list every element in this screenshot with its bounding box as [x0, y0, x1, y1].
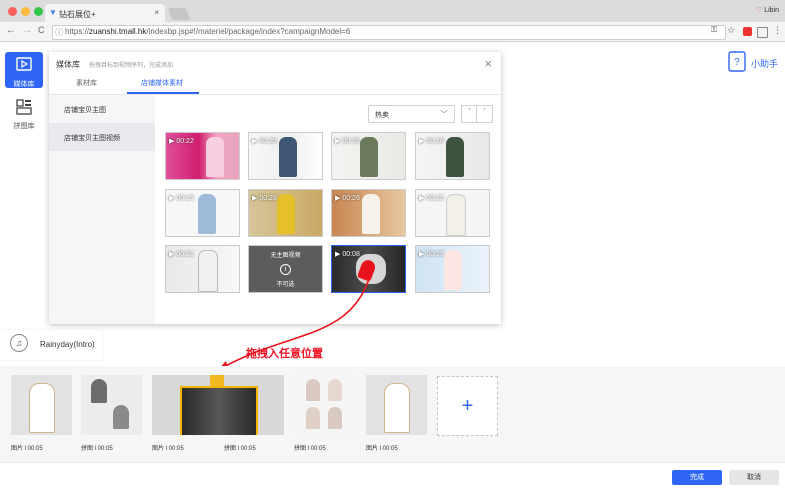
- music-icon: ♫: [10, 334, 28, 352]
- sidebar-item-main-image[interactable]: 店铺宝贝主图: [49, 95, 155, 123]
- video-duration: ▶ 00:08: [335, 251, 360, 258]
- timeline-card-label: 拼图 l 00:05: [294, 446, 326, 452]
- collage-icon: [16, 99, 32, 115]
- browser-tab-bar: ▼ 钻石展位+ × ♡ Libin: [0, 0, 785, 22]
- url-field[interactable]: ⓘ https://zuanshi.tmall.hk/indexbp.jsp#!…: [52, 25, 726, 40]
- url-host: zuanshi.tmall.hk: [89, 27, 147, 36]
- sort-value: 热卖: [375, 112, 389, 119]
- svg-text:?: ?: [734, 57, 740, 68]
- url-text: https://zuanshi.tmall.hk/indexbp.jsp#!/m…: [65, 27, 350, 36]
- sidebar-item-label: 店铺宝贝主图: [64, 107, 106, 114]
- nav-media-library[interactable]: 媒体库: [5, 52, 43, 88]
- tab-close-icon[interactable]: ×: [154, 8, 159, 17]
- timeline-card-label: 拼图 l 00:05: [224, 446, 256, 452]
- cancel-button[interactable]: 取消: [729, 470, 779, 485]
- timeline-card-label: 图片 l 00:05: [11, 446, 43, 452]
- tab-material-library[interactable]: 素材库: [76, 78, 97, 88]
- video-duration: ▶ 00:21: [169, 251, 194, 258]
- nav-media-label: 媒体库: [13, 81, 35, 88]
- url-prefix: https://: [65, 27, 90, 36]
- timeline-card[interactable]: [294, 375, 355, 435]
- media-icon: [16, 57, 32, 71]
- sidebar-item-main-video[interactable]: 店铺宝贝主图视频: [49, 123, 155, 151]
- video-thumb[interactable]: ▶ 00:25: [415, 189, 490, 237]
- page-next-button[interactable]: ›: [476, 105, 493, 123]
- sidebar-item-label: 店铺宝贝主图视频: [64, 135, 120, 142]
- helper-label: 小助手: [751, 59, 779, 69]
- video-duration: ▶ 00:22: [169, 138, 194, 145]
- drag-tip: 拖拽入任意位置: [246, 348, 323, 360]
- drag-arrow: [214, 275, 371, 374]
- address-bar-row: ← → C ⓘ https://zuanshi.tmall.hk/indexbp…: [0, 22, 785, 42]
- back-button[interactable]: ←: [6, 25, 16, 36]
- bookmark-star-icon[interactable]: ☆: [727, 25, 735, 36]
- timeline-card[interactable]: [366, 375, 427, 435]
- chevron-down-icon: ﹀: [440, 110, 448, 119]
- background-music[interactable]: ♫ Rainyday(Intro): [0, 330, 102, 360]
- active-tab-indicator: [127, 92, 199, 94]
- diamond-icon: ▼: [49, 8, 57, 17]
- browser-menu-icon[interactable]: ⋮: [773, 25, 782, 36]
- video-thumb[interactable]: ▶ 00:22: [165, 132, 240, 180]
- timeline-card-label: 图片 l 00:05: [152, 446, 184, 452]
- timeline-card[interactable]: [11, 375, 72, 435]
- reload-button[interactable]: C: [38, 25, 45, 35]
- minimize-window-button[interactable]: [21, 7, 30, 16]
- extension-icon-2[interactable]: [757, 27, 768, 38]
- helper-icon: ?: [728, 51, 746, 72]
- timeline-card-label: 拼图 l 00:05: [81, 446, 113, 452]
- info-icon[interactable]: ⓘ: [55, 27, 63, 38]
- left-nav: 媒体库 拼图库: [0, 42, 47, 332]
- video-duration: ▶ 00:25: [419, 251, 444, 258]
- video-duration: ▶ 00:18: [419, 138, 444, 145]
- modal-close-icon[interactable]: ×: [484, 56, 492, 71]
- helper-button[interactable]: ? 小助手: [727, 50, 785, 74]
- nav-collage-label: 拼图库: [13, 123, 35, 130]
- tab-title: 钻石展位+: [59, 10, 96, 19]
- timeline-card-label: 图片 l 00:05: [366, 446, 398, 452]
- profile-icon: ♡: [755, 7, 765, 14]
- video-duration: ▶ 00:15: [169, 195, 194, 202]
- video-thumb[interactable]: ▶ 00:26: [331, 132, 406, 180]
- new-tab-button[interactable]: [167, 8, 191, 20]
- video-thumb[interactable]: ▶ 00:26: [331, 189, 406, 237]
- add-clip-button[interactable]: +: [437, 376, 498, 436]
- extension-icon[interactable]: [743, 27, 752, 36]
- modal-title: 媒体库: [56, 60, 80, 69]
- forward-button[interactable]: →: [22, 25, 32, 36]
- tab-store-media[interactable]: 店铺媒体素材: [141, 78, 183, 88]
- key-icon[interactable]: ⚿: [711, 25, 717, 35]
- browser-tab[interactable]: ▼ 钻石展位+ ×: [45, 4, 165, 22]
- nav-collage-library[interactable]: 拼图库: [5, 94, 43, 130]
- video-duration: ▶ 00:25: [252, 138, 277, 145]
- video-duration: ▶ 00:28: [252, 195, 277, 202]
- modal-sidebar: 店铺宝贝主图 店铺宝贝主图视频: [49, 95, 155, 324]
- url-path: /indexbp.jsp#!/materiel/package/index?ca…: [146, 27, 351, 36]
- footer-bar: [0, 462, 785, 490]
- video-duration: ▶ 00:25: [419, 195, 444, 202]
- maximize-window-button[interactable]: [34, 7, 43, 16]
- video-duration: ▶ 00:26: [335, 195, 360, 202]
- video-thumb[interactable]: ▶ 00:15: [165, 189, 240, 237]
- video-thumb[interactable]: ▶ 00:28: [248, 189, 323, 237]
- video-thumb[interactable]: ▶ 00:18: [415, 132, 490, 180]
- profile-name: Libin: [764, 7, 779, 14]
- confirm-button[interactable]: 完成: [672, 470, 722, 485]
- timeline-card-drop-target[interactable]: [152, 375, 284, 435]
- music-name: Rainyday(Intro): [40, 340, 95, 349]
- video-thumb[interactable]: ▶ 00:25: [248, 132, 323, 180]
- video-thumb[interactable]: ▶ 00:25: [415, 245, 490, 293]
- sort-select[interactable]: 热卖 ﹀: [368, 105, 455, 123]
- modal-hint: 拖拽目标到视频序列，完成添加: [89, 63, 174, 69]
- video-duration: ▶ 00:26: [335, 138, 360, 145]
- close-window-button[interactable]: [8, 7, 17, 16]
- no-video-label: 无主图视频: [270, 253, 301, 259]
- profile-user[interactable]: ♡ Libin: [756, 6, 779, 14]
- timeline-card[interactable]: [81, 375, 142, 435]
- modal-header: 媒体库 拖拽目标到视频序列，完成添加 × 素材库 店铺媒体素材: [49, 52, 501, 95]
